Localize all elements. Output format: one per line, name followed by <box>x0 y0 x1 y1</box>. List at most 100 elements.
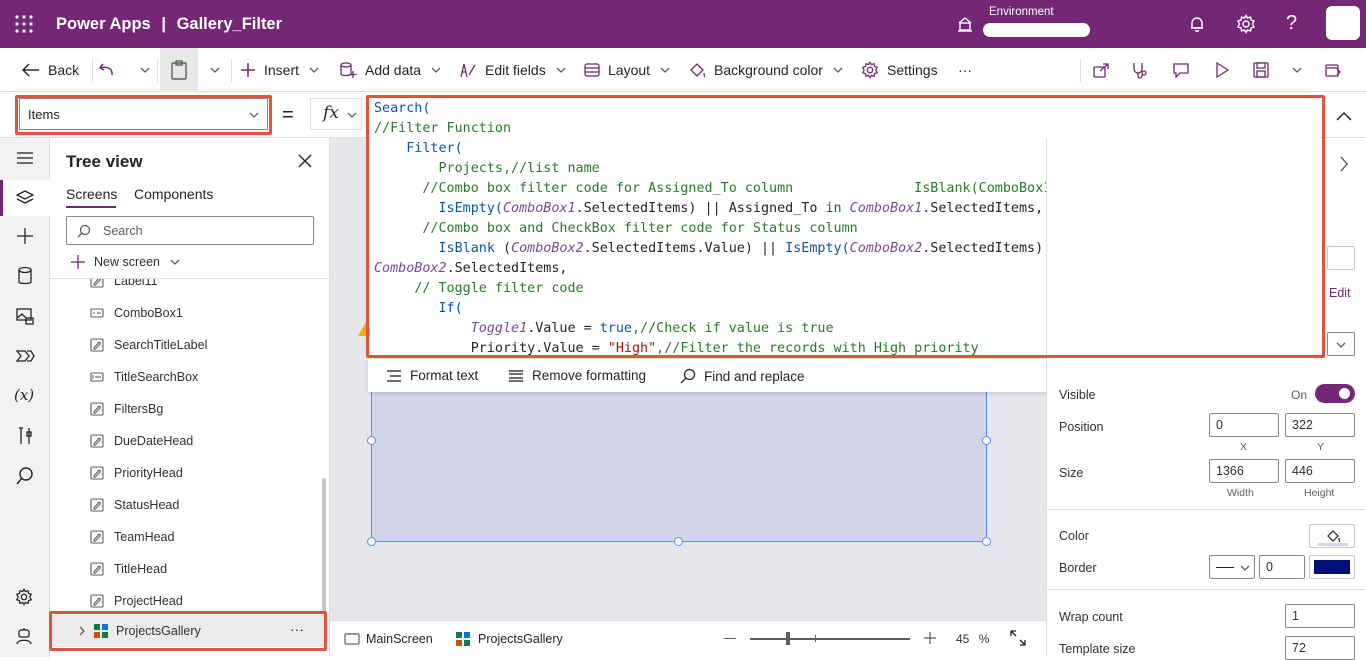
width-input[interactable]: 1366 <box>1209 459 1279 483</box>
border-color-picker[interactable] <box>1309 555 1355 579</box>
edit-fields-button[interactable]: Edit fields <box>459 48 574 92</box>
insert-label: Insert <box>264 62 300 78</box>
chevron-down-icon <box>1336 342 1346 348</box>
resize-handle[interactable] <box>674 537 683 546</box>
layout-button[interactable]: Layout <box>584 48 678 92</box>
gear-icon[interactable] <box>1236 14 1256 39</box>
label-icon <box>90 279 104 288</box>
preview-play-icon[interactable] <box>1213 48 1239 92</box>
paste-dropdown[interactable] <box>204 48 228 92</box>
border-width-input[interactable]: 0 <box>1259 555 1305 579</box>
insert-button[interactable]: Insert <box>240 48 327 92</box>
control-name: ProjectsGallery <box>478 632 563 646</box>
tree-item[interactable]: TeamHead <box>90 521 174 553</box>
remove-formatting-icon <box>509 369 523 382</box>
format-text-button[interactable]: Format text <box>386 368 478 383</box>
position-x-input[interactable]: 0 <box>1209 413 1279 437</box>
visible-toggle[interactable] <box>1315 384 1355 403</box>
breadcrumb-screen[interactable]: MainScreen <box>344 632 433 646</box>
projects-gallery-control[interactable] <box>371 376 987 542</box>
tree-item[interactable]: Label11 <box>90 279 158 297</box>
properties-dropdown[interactable] <box>1327 246 1355 270</box>
breadcrumb-control[interactable]: ProjectsGallery <box>456 632 563 646</box>
edit-fields-link[interactable]: Edit <box>1329 286 1351 300</box>
chevron-right-icon[interactable] <box>1339 156 1349 177</box>
resize-handle[interactable] <box>367 436 376 445</box>
save-icon[interactable] <box>1252 48 1278 92</box>
tab-screens[interactable]: Screens <box>66 186 117 202</box>
border-style-dropdown[interactable] <box>1209 555 1255 579</box>
help-icon[interactable]: ? <box>1286 12 1297 35</box>
close-icon[interactable] <box>298 154 312 173</box>
zoom-slider[interactable] <box>750 632 910 645</box>
layers-icon <box>15 188 35 208</box>
remove-formatting-label: Remove formatting <box>532 368 647 383</box>
settings-button[interactable]: Settings <box>861 48 938 92</box>
app-checker-icon[interactable] <box>1130 48 1156 92</box>
save-dropdown[interactable] <box>1286 48 1310 92</box>
command-bar: Back Insert Add data Edit fields Layout … <box>0 48 1366 92</box>
left-rail: (x) <box>0 138 50 657</box>
tree-item[interactable]: PriorityHead <box>90 457 183 489</box>
background-color-button[interactable]: Background color <box>688 48 851 92</box>
fit-to-window-icon[interactable] <box>1010 630 1026 651</box>
database-icon[interactable] <box>15 266 35 286</box>
tree-item[interactable]: StatusHead <box>90 489 179 521</box>
height-input[interactable]: 446 <box>1285 459 1355 483</box>
gear-icon[interactable] <box>15 588 35 608</box>
tree-scrollbar[interactable] <box>322 478 326 614</box>
undo-button[interactable] <box>98 48 124 92</box>
chevron-down-icon <box>431 67 441 73</box>
zoom-out-icon[interactable] <box>724 638 736 640</box>
layout-dropdown[interactable] <box>1327 332 1355 356</box>
tree-item[interactable]: DueDateHead <box>90 425 193 457</box>
brand-name: Power Apps <box>56 15 151 33</box>
tree-item[interactable]: TitleHead <box>90 553 167 585</box>
app-name[interactable]: Gallery_Filter <box>177 15 282 33</box>
color-picker[interactable] <box>1309 524 1355 548</box>
notifications-icon[interactable] <box>1188 15 1206 38</box>
zoom-slider-thumb[interactable] <box>786 632 790 645</box>
tree-item[interactable]: SearchTitleLabel <box>90 329 207 361</box>
find-replace-button[interactable]: Find and replace <box>680 368 805 384</box>
remove-formatting-button[interactable]: Remove formatting <box>508 368 646 383</box>
resize-handle[interactable] <box>367 537 376 546</box>
plus-icon[interactable] <box>15 226 35 246</box>
media-icon[interactable] <box>15 306 35 326</box>
avatar[interactable] <box>1326 6 1360 40</box>
publish-icon[interactable] <box>1324 48 1350 92</box>
undo-dropdown[interactable] <box>134 48 158 92</box>
add-data-button[interactable]: Add data <box>339 48 449 92</box>
tree-item[interactable]: TitleSearchBox <box>90 361 198 393</box>
resize-handle[interactable] <box>982 436 991 445</box>
more-commands-button[interactable]: ··· <box>958 48 972 92</box>
environment-selector[interactable] <box>983 23 1090 37</box>
tree-item[interactable]: ComboBox1 <box>90 297 183 329</box>
zoom-in-icon[interactable] <box>924 631 936 649</box>
variables-icon[interactable]: (x) <box>14 386 34 404</box>
label-icon <box>90 434 104 448</box>
tree-search-box[interactable]: Search <box>66 216 314 245</box>
app-launcher-icon[interactable] <box>14 14 34 34</box>
comments-icon[interactable] <box>1172 48 1198 92</box>
position-y-input[interactable]: 322 <box>1285 413 1355 437</box>
tree-item[interactable]: FiltersBg <box>90 393 163 425</box>
collapse-formula-icon[interactable] <box>1336 108 1352 126</box>
new-screen-button[interactable]: New screen <box>70 254 180 270</box>
hamburger-icon[interactable] <box>15 148 35 168</box>
power-automate-icon[interactable] <box>15 346 35 366</box>
wrap-count-input[interactable]: 1 <box>1285 604 1355 628</box>
resize-handle[interactable] <box>982 537 991 546</box>
tab-components[interactable]: Components <box>134 186 213 202</box>
fx-button[interactable]: fx <box>310 98 362 130</box>
height-label: Height <box>1304 487 1335 499</box>
tools-icon[interactable] <box>15 426 35 446</box>
chevron-down-icon <box>347 112 357 118</box>
chevron-down-icon <box>833 67 843 73</box>
back-button[interactable]: Back <box>22 48 79 92</box>
search-icon[interactable] <box>15 466 35 486</box>
template-size-input[interactable]: 72 <box>1285 636 1355 660</box>
highlight-formula-editor <box>366 95 1325 358</box>
virtual-agent-icon[interactable] <box>15 627 35 647</box>
share-icon[interactable] <box>1092 48 1118 92</box>
